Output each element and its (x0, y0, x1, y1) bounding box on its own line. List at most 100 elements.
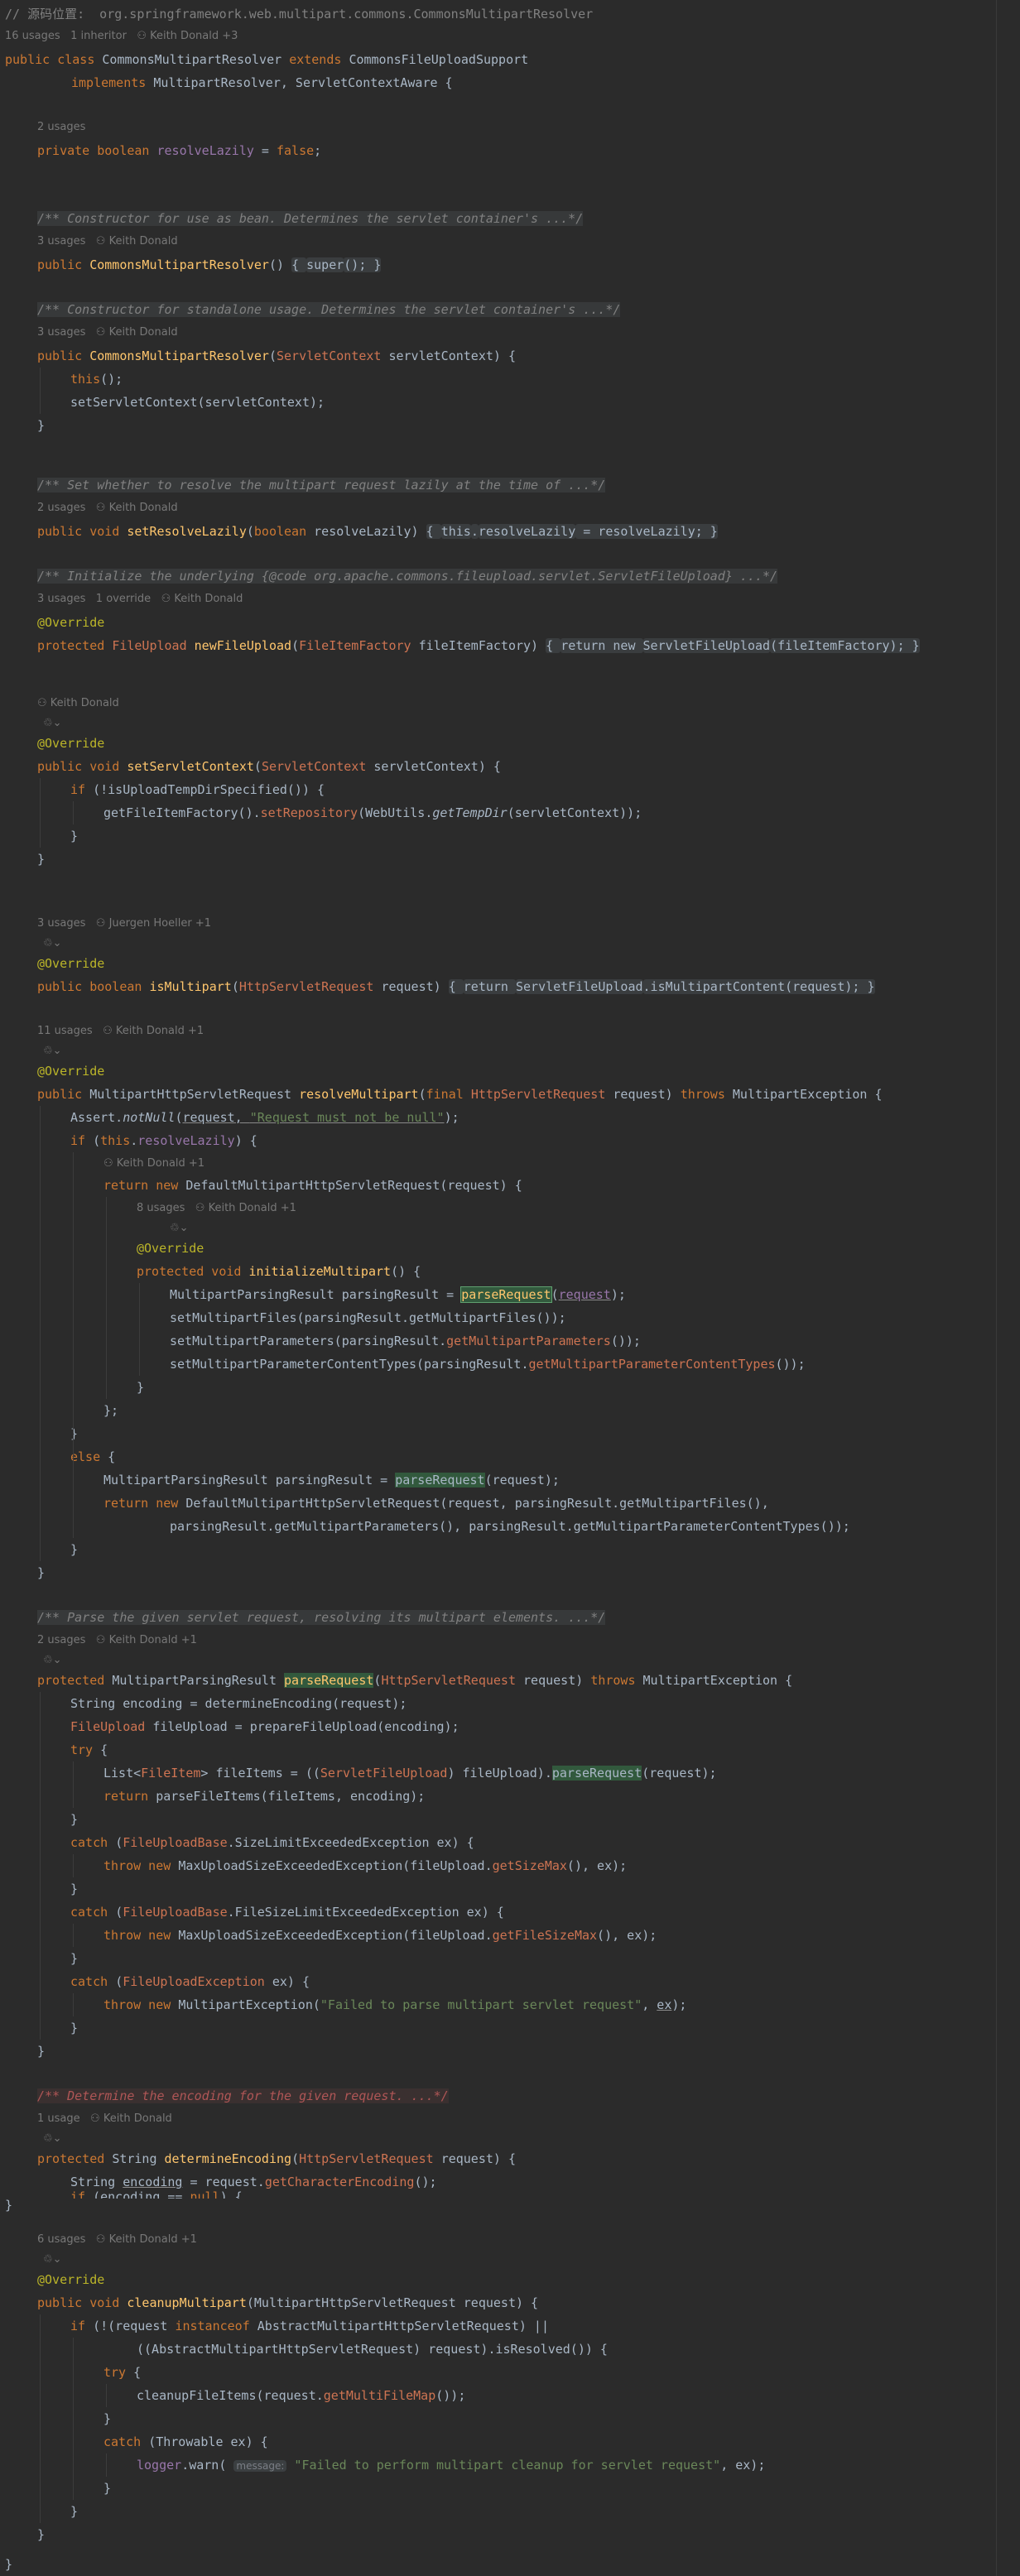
hint-text[interactable]: ⚇ Keith Donald +1 (103, 1157, 204, 1170)
code-token: String (112, 2151, 165, 2166)
code-token: throw new (103, 1928, 179, 1943)
code-line: /** Set whether to resolve the multipart… (37, 473, 606, 497)
hint-text[interactable]: 3 usages ⚇ Juergen Hoeller +1 (37, 917, 211, 930)
hint-text[interactable]: 2 usages ⚇ Keith Donald +1 (37, 1634, 197, 1646)
code-token: HttpServletRequest (470, 1087, 613, 1102)
code-token: "Failed to perform multipart cleanup for… (294, 2458, 721, 2473)
code-token: ); (444, 1110, 459, 1125)
override-marker-icon[interactable]: ♲⌄ (43, 2132, 62, 2145)
code-token: ex (657, 1997, 672, 2012)
code-line: /** Constructor for standalone usage. De… (37, 298, 621, 321)
indent-guide (73, 1152, 74, 1538)
code-token: } (70, 829, 79, 843)
code-token: (request); (642, 1766, 717, 1781)
code-vision-hint[interactable]: 3 usages 1 override ⚇ Keith Donald (37, 588, 243, 611)
code-token: protected (37, 638, 113, 653)
code-token: (Throwable ex) { (148, 2434, 268, 2449)
code-token: ); (610, 1287, 626, 1302)
code-token: "Failed to parse multipart servlet reque… (320, 1997, 642, 2012)
code-token: setResolveLazily (127, 524, 247, 539)
code-line: throw new MultipartException("Failed to … (103, 1993, 686, 2016)
code-token: initializeMultipart (248, 1264, 392, 1279)
code-token: ( (246, 524, 254, 539)
code-token: (); } (344, 257, 382, 272)
code-token: false (277, 143, 315, 158)
code-token: setRepository (260, 805, 358, 820)
code-vision-hint[interactable]: 3 usages ⚇ Keith Donald (37, 321, 178, 344)
code-line: if (!(request instanceof AbstractMultipa… (70, 2314, 549, 2338)
code-line: } (70, 1947, 78, 1970)
code-token: protected (37, 2151, 113, 2166)
code-vision-hint[interactable]: 3 usages ⚇ Keith Donald (37, 230, 178, 253)
code-token: @Override (37, 2272, 105, 2287)
code-token: ()); (775, 1357, 806, 1372)
code-token: FileItemFactory (299, 638, 419, 653)
code-token: servletContext) { (373, 759, 501, 774)
hint-text[interactable]: 1 usage ⚇ Keith Donald (37, 2112, 172, 2125)
code-token: if (70, 2319, 94, 2333)
indent-guide (40, 368, 41, 414)
hint-text[interactable]: 3 usages ⚇ Keith Donald (37, 326, 178, 339)
code-token: { (546, 638, 561, 653)
override-marker-icon[interactable]: ♲⌄ (43, 717, 62, 729)
code-token: cleanupMultipart (127, 2295, 247, 2310)
code-token: request) (613, 1087, 681, 1102)
hint-text[interactable]: 16 usages 1 inheritor ⚇ Keith Donald +3 (5, 30, 238, 42)
hint-text[interactable]: 3 usages 1 override ⚇ Keith Donald (37, 593, 243, 605)
hint-text[interactable]: 2 usages ⚇ Keith Donald (37, 502, 178, 514)
hint-text[interactable]: 3 usages ⚇ Keith Donald (37, 235, 178, 248)
code-token: public (37, 257, 90, 272)
override-marker-icon[interactable]: ♲⌄ (43, 937, 62, 949)
code-vision-hint[interactable]: 3 usages ⚇ Juergen Hoeller +1 (37, 912, 211, 935)
code-line: } (37, 414, 45, 437)
code-line: @Override (137, 1237, 204, 1260)
code-token: CommonsMultipartResolver (102, 52, 290, 67)
code-token: } (5, 2557, 13, 2572)
code-line: catch (FileUploadException ex) { (70, 1970, 310, 1993)
code-token: DefaultMultipartHttpServletRequest(reque… (185, 1496, 769, 1511)
code-vision-hint[interactable]: 16 usages 1 inheritor ⚇ Keith Donald +3 (5, 25, 238, 48)
override-marker-icon[interactable]: ♲⌄ (43, 2253, 62, 2266)
code-token: . (130, 1133, 138, 1148)
code-editor[interactable]: // 源码位置: org.springframework.web.multipa… (0, 0, 1020, 2576)
code-vision-hint[interactable]: 8 usages ⚇ Keith Donald +1 (137, 1197, 296, 1220)
override-marker-icon[interactable]: ♲⌄ (170, 1222, 189, 1234)
code-token: ) { (219, 2189, 243, 2199)
code-token: getMultiFileMap (323, 2388, 436, 2403)
code-token: @Override (37, 615, 105, 630)
code-vision-hint[interactable]: 2 usages (37, 116, 85, 139)
hint-text[interactable]: 11 usages ⚇ Keith Donald +1 (37, 1025, 204, 1037)
code-token: this (100, 1133, 131, 1148)
code-line: } (70, 2016, 78, 2040)
code-token: public (37, 348, 90, 363)
hint-text[interactable]: 6 usages ⚇ Keith Donald +1 (37, 2233, 197, 2246)
code-line: @Override (37, 611, 104, 634)
code-token: (!isUploadTempDirSpecified()) { (93, 782, 325, 797)
code-token: () { (391, 1264, 421, 1279)
code-token: ( (93, 1133, 101, 1148)
code-token: } (37, 418, 46, 433)
code-vision-hint[interactable]: ⚇ Keith Donald +1 (103, 1152, 204, 1175)
code-vision-hint[interactable]: 2 usages ⚇ Keith Donald (37, 497, 178, 520)
code-token: return new (103, 1496, 186, 1511)
code-token: instanceof (175, 2319, 257, 2333)
code-token: List< (103, 1766, 142, 1781)
code-line: catch (FileUploadBase.FileSizeLimitExcee… (70, 1901, 504, 1924)
code-vision-hint[interactable]: 11 usages ⚇ Keith Donald +1 (37, 1020, 204, 1043)
override-marker-icon[interactable]: ♲⌄ (43, 1045, 62, 1057)
code-token: { (100, 1742, 108, 1757)
hint-text[interactable]: ⚇ Keith Donald (37, 697, 119, 709)
indent-guide (40, 2314, 41, 2523)
code-token: .FileSizeLimitExceededException ex) { (227, 1905, 504, 1920)
hint-text[interactable]: 8 usages ⚇ Keith Donald +1 (137, 1202, 296, 1214)
code-line: } (70, 1538, 78, 1561)
code-token: HttpServletRequest (381, 1673, 524, 1688)
code-token: FileUpload (112, 638, 195, 653)
hint-text[interactable]: 2 usages (37, 121, 85, 133)
code-token: } (37, 2044, 46, 2059)
code-token: return (463, 979, 516, 994)
code-token: resolveMultipart (299, 1087, 419, 1102)
override-marker-icon[interactable]: ♲⌄ (43, 1654, 62, 1666)
code-token: /** Constructor for use as bean. Determi… (37, 211, 584, 226)
code-token: ( (231, 979, 239, 994)
